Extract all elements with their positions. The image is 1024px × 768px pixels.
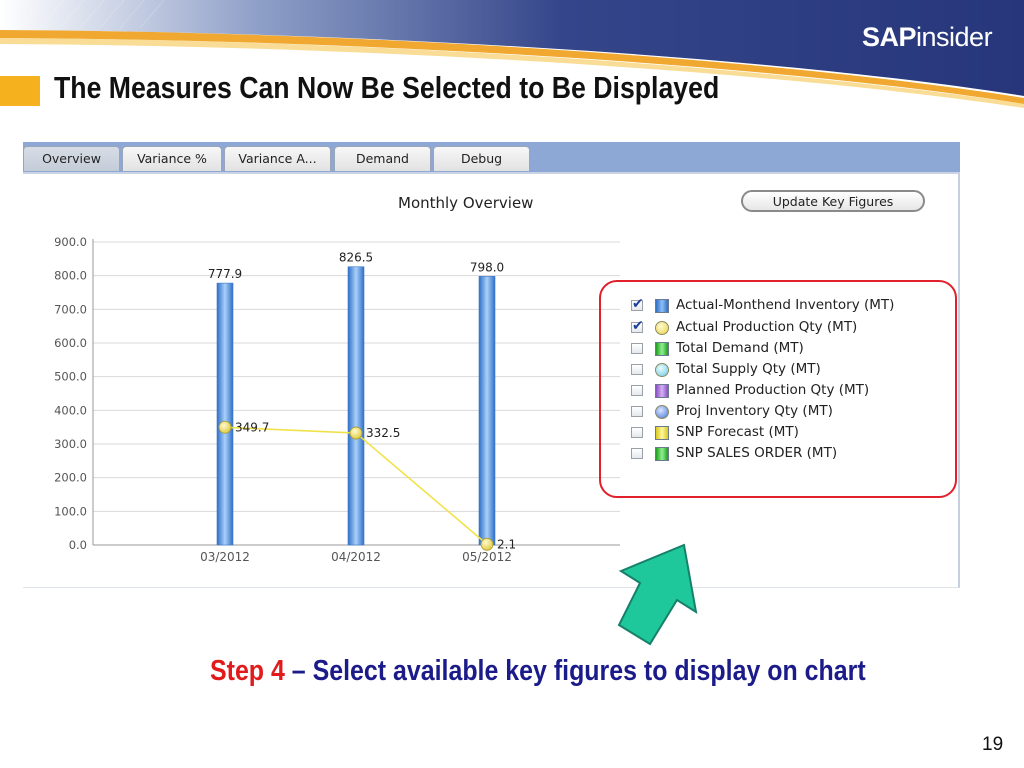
y-tick-label: 800.0 (54, 269, 87, 283)
slide-title: The Measures Can Now Be Selected to Be D… (54, 70, 720, 105)
step-instruction: Step 4 – Select available key figures to… (210, 655, 866, 688)
y-tick-label: 0.0 (69, 538, 87, 552)
y-tick-label: 500.0 (54, 370, 87, 384)
legend-label: Actual-Monthend Inventory (MT) (676, 297, 895, 313)
checkbox[interactable] (631, 406, 643, 417)
legend-label: Total Supply Qty (MT) (676, 361, 821, 377)
step-number: Step 4 (210, 655, 285, 687)
bar-swatch-icon (655, 384, 669, 398)
planning-book-window: Overview Variance % Variance A... Demand… (23, 142, 960, 588)
legend-label: SNP SALES ORDER (MT) (676, 445, 838, 461)
x-tick-label: 03/2012 (200, 550, 250, 564)
point-value-label: 2.1 (497, 537, 516, 551)
legend-label: Actual Production Qty (MT) (676, 319, 858, 335)
update-key-figures-button[interactable]: Update Key Figures (741, 190, 925, 212)
legend-label: Total Demand (MT) (676, 340, 804, 356)
production-point (480, 537, 494, 551)
circle-swatch-icon (655, 321, 669, 335)
y-tick-label: 400.0 (54, 403, 87, 417)
legend-label: SNP Forecast (MT) (676, 424, 799, 440)
production-point (349, 426, 363, 440)
y-tick-label: 700.0 (54, 302, 87, 316)
bar-value-label: 777.9 (208, 267, 242, 281)
legend-label: Proj Inventory Qty (MT) (676, 403, 833, 419)
step-text: – Select available key figures to displa… (284, 655, 866, 687)
y-tick-label: 900.0 (54, 235, 87, 249)
y-tick-label: 600.0 (54, 336, 87, 350)
x-tick-label: 05/2012 (462, 550, 512, 564)
legend-label: Planned Production Qty (MT) (676, 382, 870, 398)
x-tick-label: 04/2012 (331, 550, 381, 564)
page-number: 19 (982, 734, 1004, 755)
point-value-label: 349.7 (235, 420, 269, 434)
bar-value-label: 798.0 (470, 260, 504, 274)
checkmark-icon: ✔ (632, 318, 644, 334)
circle-swatch-icon (655, 363, 669, 377)
checkbox[interactable] (631, 448, 643, 459)
bar-swatch-icon (655, 426, 669, 440)
inventory-bar (478, 276, 496, 546)
y-tick-label: 300.0 (54, 437, 87, 451)
checkbox[interactable]: ✔ (631, 296, 644, 312)
monthly-overview-chart: 0.0 100.0 200.0 300.0 400.0 500.0 600.0 700.0 80… (54, 235, 620, 564)
checkbox[interactable] (631, 364, 643, 375)
sapinsider-logo: SAPinsider (862, 22, 993, 52)
checkmark-icon: ✔ (632, 296, 644, 312)
inventory-bar (347, 266, 365, 546)
point-value-label: 332.5 (366, 426, 400, 440)
bar-swatch-icon (655, 447, 669, 461)
bar-value-label: 826.5 (339, 251, 373, 265)
bar-swatch-icon (655, 299, 669, 313)
checkbox[interactable] (631, 427, 643, 438)
production-point (218, 420, 232, 434)
bar-swatch-icon (655, 342, 669, 356)
y-tick-label: 200.0 (54, 471, 87, 485)
title-bullet (0, 76, 40, 106)
checkbox[interactable] (631, 385, 643, 396)
checkbox[interactable] (631, 343, 643, 354)
checkbox[interactable]: ✔ (631, 318, 644, 334)
circle-swatch-icon (655, 405, 669, 419)
y-tick-label: 100.0 (54, 504, 87, 518)
inventory-bar (216, 282, 234, 546)
key-figure-selector: ✔ Actual-Monthend Inventory (MT) ✔ Actua… (599, 280, 957, 498)
